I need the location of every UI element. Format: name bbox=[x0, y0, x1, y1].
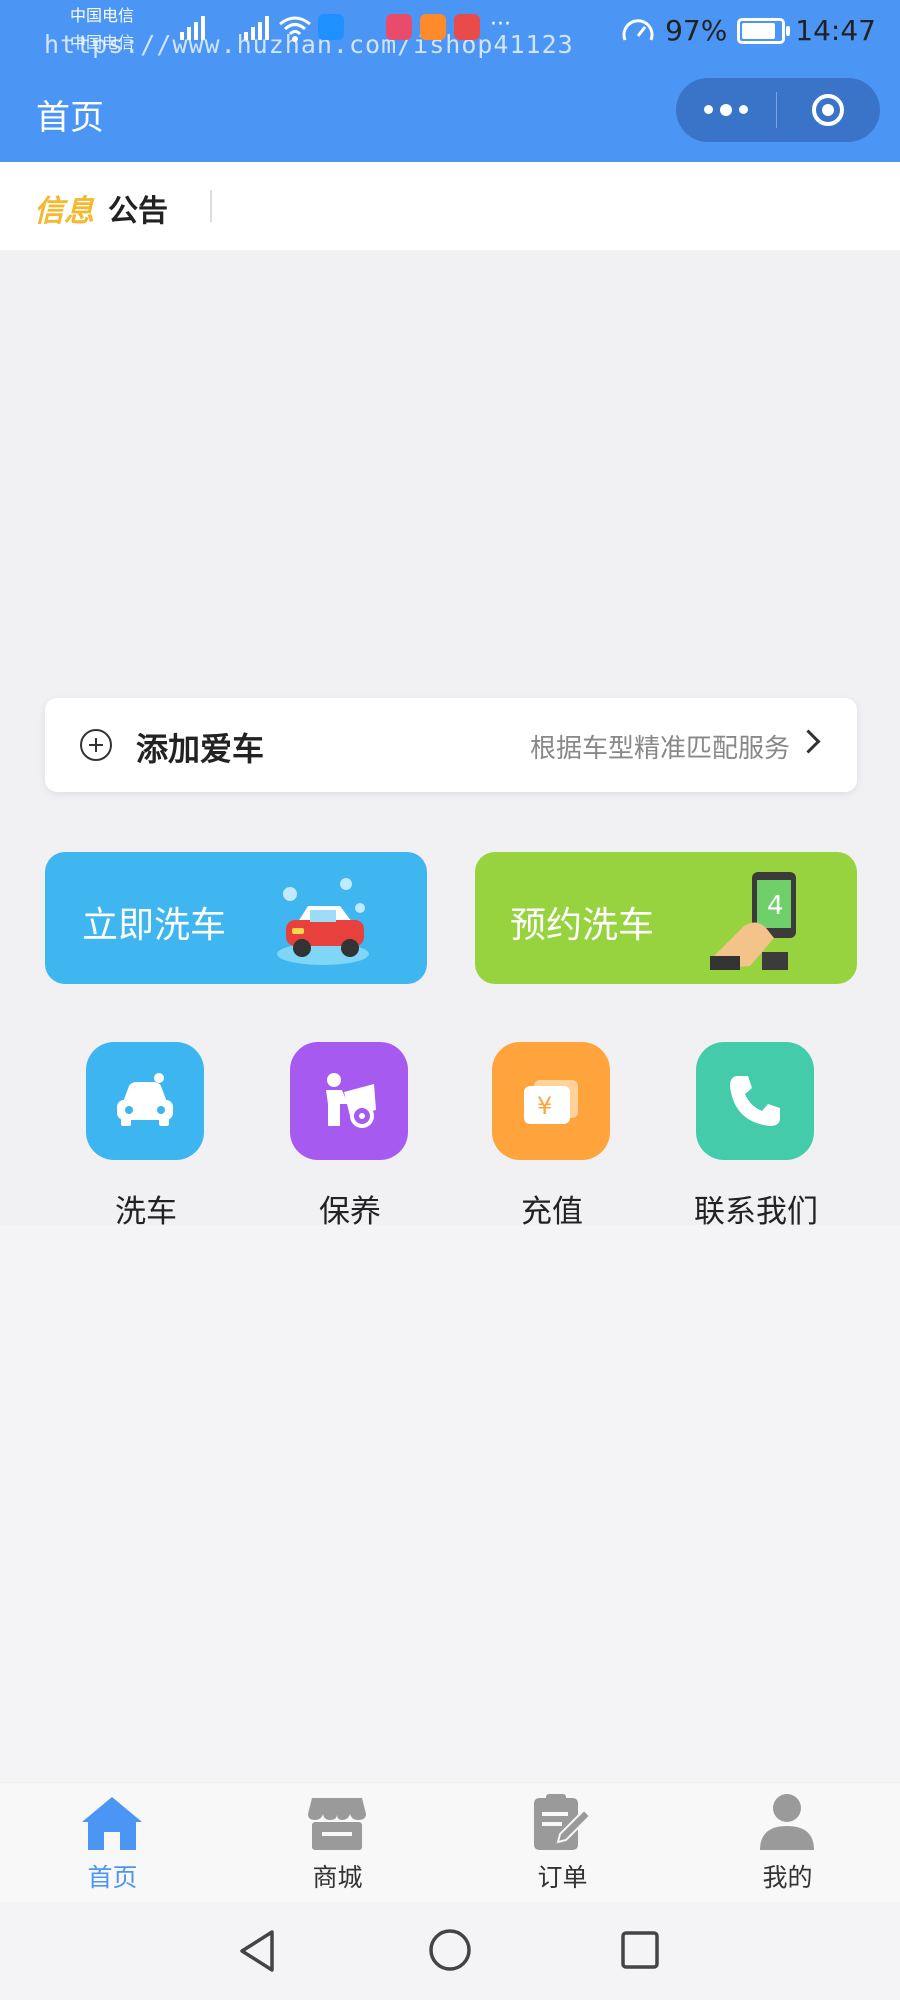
tab-label-home: 首页 bbox=[87, 1863, 138, 1892]
status-right: 97% 14:47 bbox=[621, 14, 876, 47]
notice-label-info: 信息 bbox=[34, 194, 94, 229]
home-circle-icon[interactable] bbox=[428, 1928, 472, 1972]
recent-apps-icon[interactable] bbox=[620, 1930, 660, 1970]
app-notification-icon bbox=[454, 14, 480, 40]
back-icon[interactable] bbox=[236, 1928, 280, 1974]
wifi-icon bbox=[279, 16, 311, 42]
home-icon bbox=[82, 1797, 142, 1850]
close-mini-program-button[interactable] bbox=[777, 94, 879, 126]
notice-label-announcement: 公告 bbox=[108, 194, 168, 229]
plus-circle-icon bbox=[80, 729, 112, 761]
speed-icon bbox=[622, 18, 654, 41]
battery-fill bbox=[742, 22, 776, 39]
grid-label-contact: 联系我们 bbox=[694, 1194, 818, 1230]
signal-icon bbox=[180, 14, 205, 40]
grid-label-maintenance: 保养 bbox=[319, 1194, 381, 1230]
page-title: 首页 bbox=[36, 98, 104, 138]
phone-booking-illustration-icon: 4 bbox=[710, 872, 796, 970]
battery-icon bbox=[737, 17, 791, 44]
add-car-hint: 根据车型精准匹配服务 bbox=[529, 734, 790, 764]
user-icon bbox=[760, 1794, 814, 1850]
phone-icon bbox=[730, 1076, 780, 1126]
tab-label-profile: 我的 bbox=[762, 1863, 813, 1892]
maintenance-icon bbox=[326, 1073, 376, 1128]
car-wash-illustration-icon bbox=[277, 878, 369, 965]
grid-label-recharge: 充值 bbox=[521, 1194, 583, 1230]
carrier-label: 中国电信 bbox=[70, 6, 135, 25]
app-notification-icon bbox=[318, 14, 344, 40]
notice-divider bbox=[210, 190, 212, 222]
more-options-button[interactable] bbox=[676, 103, 776, 116]
wallet-icon: ¥ bbox=[524, 1080, 578, 1124]
svg-text:¥: ¥ bbox=[537, 1092, 552, 1120]
more-notifications-icon: ··· bbox=[490, 12, 511, 37]
clock: 14:47 bbox=[795, 14, 876, 47]
battery-percent: 97% bbox=[665, 14, 728, 47]
book-wash-label: 预约洗车 bbox=[510, 905, 655, 946]
grid-label-wash: 洗车 bbox=[115, 1194, 177, 1230]
signal-icon bbox=[244, 14, 269, 40]
store-icon bbox=[308, 1798, 366, 1850]
order-icon bbox=[534, 1794, 592, 1850]
tab-label-orders: 订单 bbox=[537, 1863, 588, 1892]
add-car-title: 添加爱车 bbox=[136, 730, 265, 768]
mini-program-capsule bbox=[676, 78, 880, 142]
target-icon bbox=[812, 94, 844, 126]
tab-label-store: 商城 bbox=[312, 1863, 363, 1892]
app-notification-icon bbox=[420, 14, 446, 40]
app-notification-icon bbox=[386, 14, 412, 40]
wash-now-label: 立即洗车 bbox=[82, 905, 227, 946]
svg-text:4: 4 bbox=[767, 891, 784, 921]
car-icon bbox=[117, 1073, 173, 1126]
